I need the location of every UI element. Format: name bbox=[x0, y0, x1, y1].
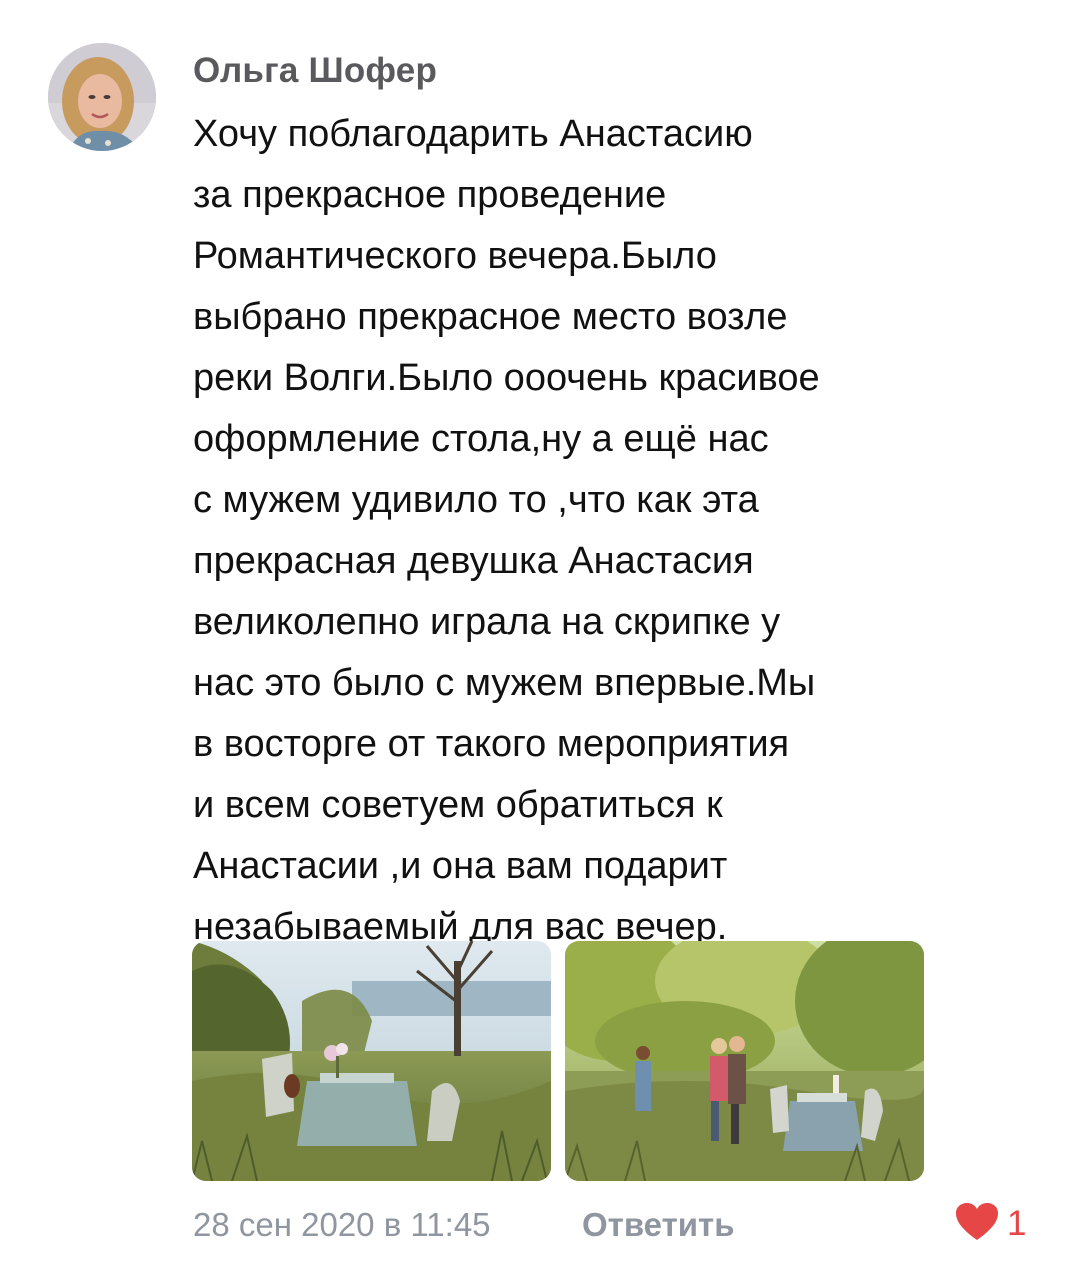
comment-line: реки Волги.Было ооочень красивое bbox=[193, 357, 820, 399]
like-button[interactable]: 1 bbox=[955, 1201, 1026, 1247]
photo-riverside-table bbox=[192, 941, 551, 1181]
comment-line: Хочу поблагодарить Анастасию bbox=[193, 113, 753, 155]
comment-line: с мужем удивило то ,что как эта bbox=[193, 479, 759, 521]
comment-text: Хочу поблагодарить Анастасию за прекрасн… bbox=[193, 104, 1023, 958]
photo-attachment-1[interactable] bbox=[192, 941, 551, 1181]
avatar-photo bbox=[48, 43, 156, 151]
comment-line: за прекрасное проведение bbox=[193, 174, 667, 216]
author-avatar[interactable] bbox=[48, 43, 156, 151]
comment-line: выбрано прекрасное место возле bbox=[193, 296, 788, 338]
comment-line: великолепно играла на скрипке у bbox=[193, 601, 781, 643]
reply-button[interactable]: Ответить bbox=[582, 1203, 735, 1247]
author-name[interactable]: Ольга Шофер bbox=[193, 50, 437, 92]
like-count: 1 bbox=[1007, 1204, 1027, 1243]
comment-line: и всем советуем обратиться к bbox=[193, 784, 723, 826]
comment-line: нас это было с мужем впервые.Мы bbox=[193, 662, 816, 704]
comment-date[interactable]: 28 сен 2020 в 11:45 bbox=[193, 1203, 491, 1247]
comment-line: оформление стола,ну а ещё нас bbox=[193, 418, 769, 460]
comment-line: прекрасная девушка Анастасия bbox=[193, 540, 754, 582]
comment-line: Романтического вечера.Было bbox=[193, 235, 717, 277]
comment-line: Анастасии ,и она вам подарит bbox=[193, 845, 728, 887]
photo-attachment-2[interactable] bbox=[565, 941, 924, 1181]
photo-violinist-couple bbox=[565, 941, 924, 1181]
heart-icon bbox=[955, 1202, 999, 1247]
comment-line: в восторге от такого мероприятия bbox=[193, 723, 790, 765]
